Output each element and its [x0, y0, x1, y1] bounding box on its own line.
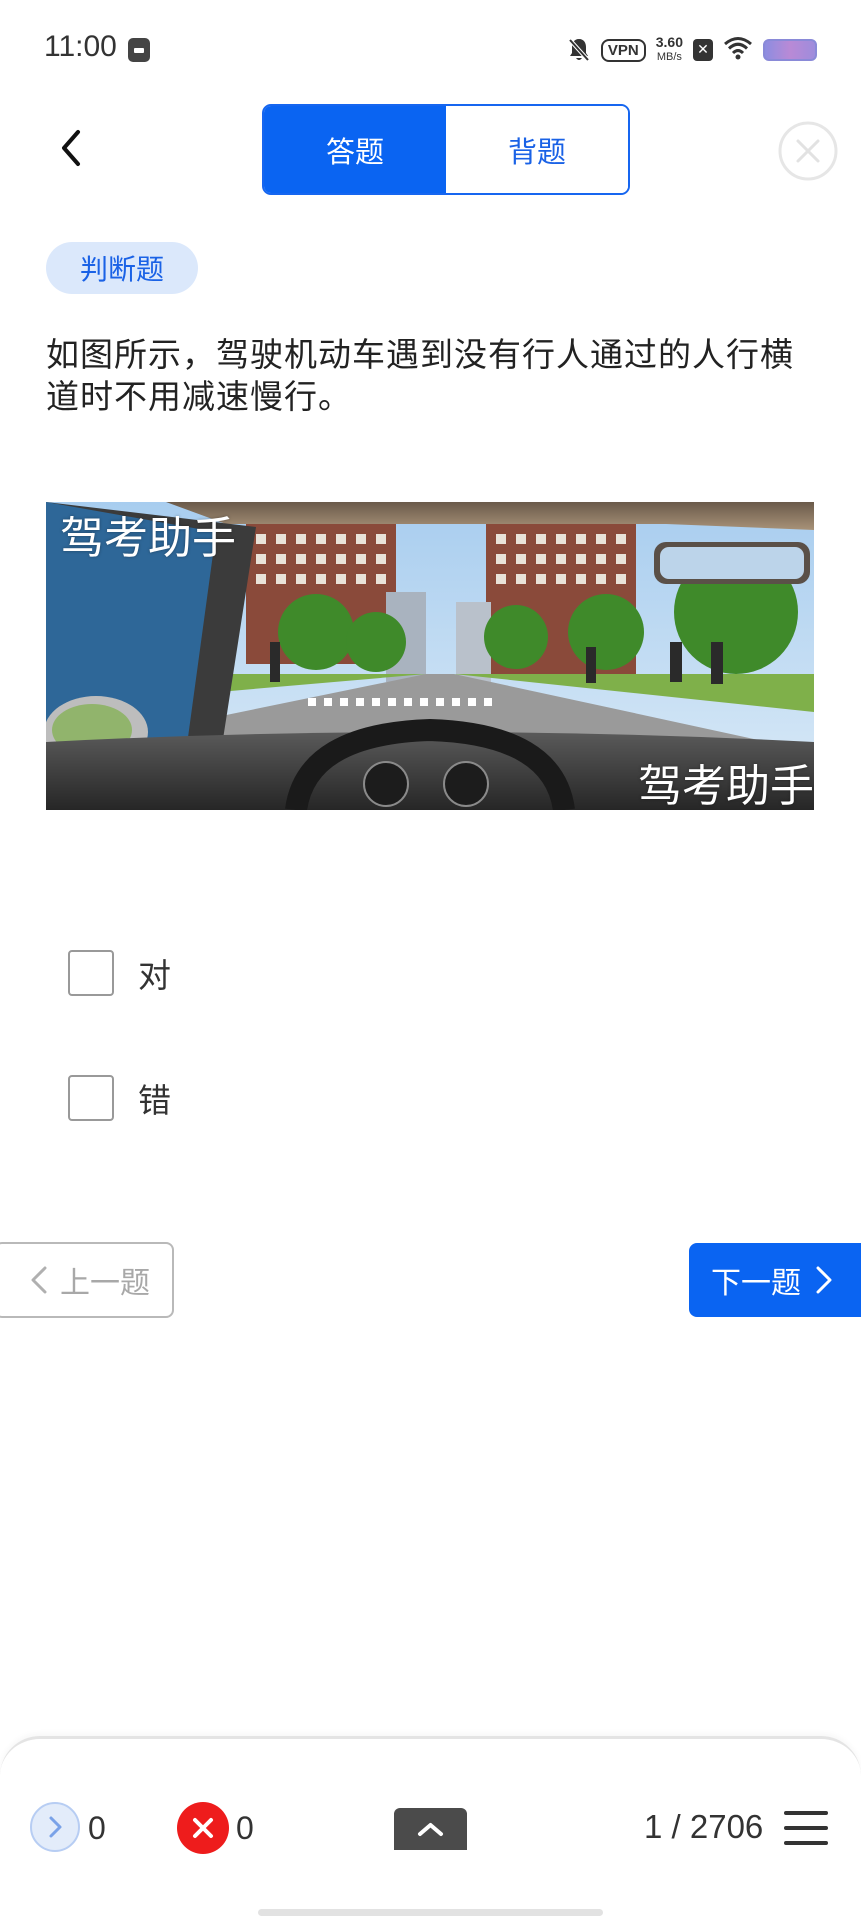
network-speed-unit: MB/s	[656, 51, 682, 63]
close-circle-icon[interactable]	[778, 121, 838, 181]
sim-x-icon: ✕	[693, 39, 713, 61]
option-false-label: 错	[138, 1081, 171, 1120]
calendar-icon	[128, 38, 150, 62]
vpn-badge: VPN	[600, 38, 646, 62]
prev-question-button[interactable]: 上一题	[0, 1242, 174, 1318]
correct-count-icon	[30, 1802, 80, 1852]
status-icons: VPN 3.60 MB/s ✕	[567, 30, 817, 70]
wrong-count-icon	[177, 1802, 229, 1854]
prev-question-label: 上一题	[60, 1266, 150, 1301]
question-text: 如图所示，驾驶机动车遇到没有行人通过的人行横道时不用减速慢行。	[46, 335, 794, 416]
question-progress[interactable]: 1 / 2706	[644, 1808, 763, 1846]
back-chevron-icon[interactable]	[52, 128, 92, 168]
network-speed: 3.60 MB/s	[656, 35, 683, 65]
menu-icon[interactable]	[784, 1809, 828, 1847]
question-image: 驾考助手 驾考助手	[46, 502, 814, 810]
chevron-left-icon	[31, 1266, 47, 1294]
option-true[interactable]: 对	[68, 949, 171, 997]
correct-count: 0	[88, 1810, 106, 1846]
option-false-checkbox[interactable]	[68, 1075, 114, 1121]
status-bar: 11:00 VPN 3.60 MB/s ✕	[0, 0, 861, 100]
image-watermark-top: 驾考助手	[60, 513, 236, 564]
home-indicator	[258, 1909, 603, 1916]
option-true-checkbox[interactable]	[68, 950, 114, 996]
chevron-right-icon	[816, 1266, 832, 1294]
expand-chevron-up-icon[interactable]	[394, 1808, 467, 1850]
option-false[interactable]: 错	[68, 1074, 171, 1122]
option-true-label: 对	[138, 956, 171, 995]
mode-tabs: 答题 背题	[262, 104, 630, 195]
next-question-label: 下一题	[711, 1266, 801, 1301]
question-type-badge: 判断题	[46, 242, 198, 294]
battery-icon	[763, 39, 817, 61]
image-watermark-bottom: 驾考助手	[638, 761, 814, 810]
tab-memorize[interactable]: 背题	[446, 106, 628, 193]
next-question-button[interactable]: 下一题	[689, 1243, 861, 1317]
status-time: 11:00	[44, 30, 117, 63]
network-speed-value: 3.60	[655, 34, 683, 50]
wifi-icon	[723, 36, 753, 64]
bell-off-icon	[567, 37, 591, 63]
tab-answer[interactable]: 答题	[264, 106, 446, 193]
wrong-count: 0	[236, 1810, 254, 1846]
